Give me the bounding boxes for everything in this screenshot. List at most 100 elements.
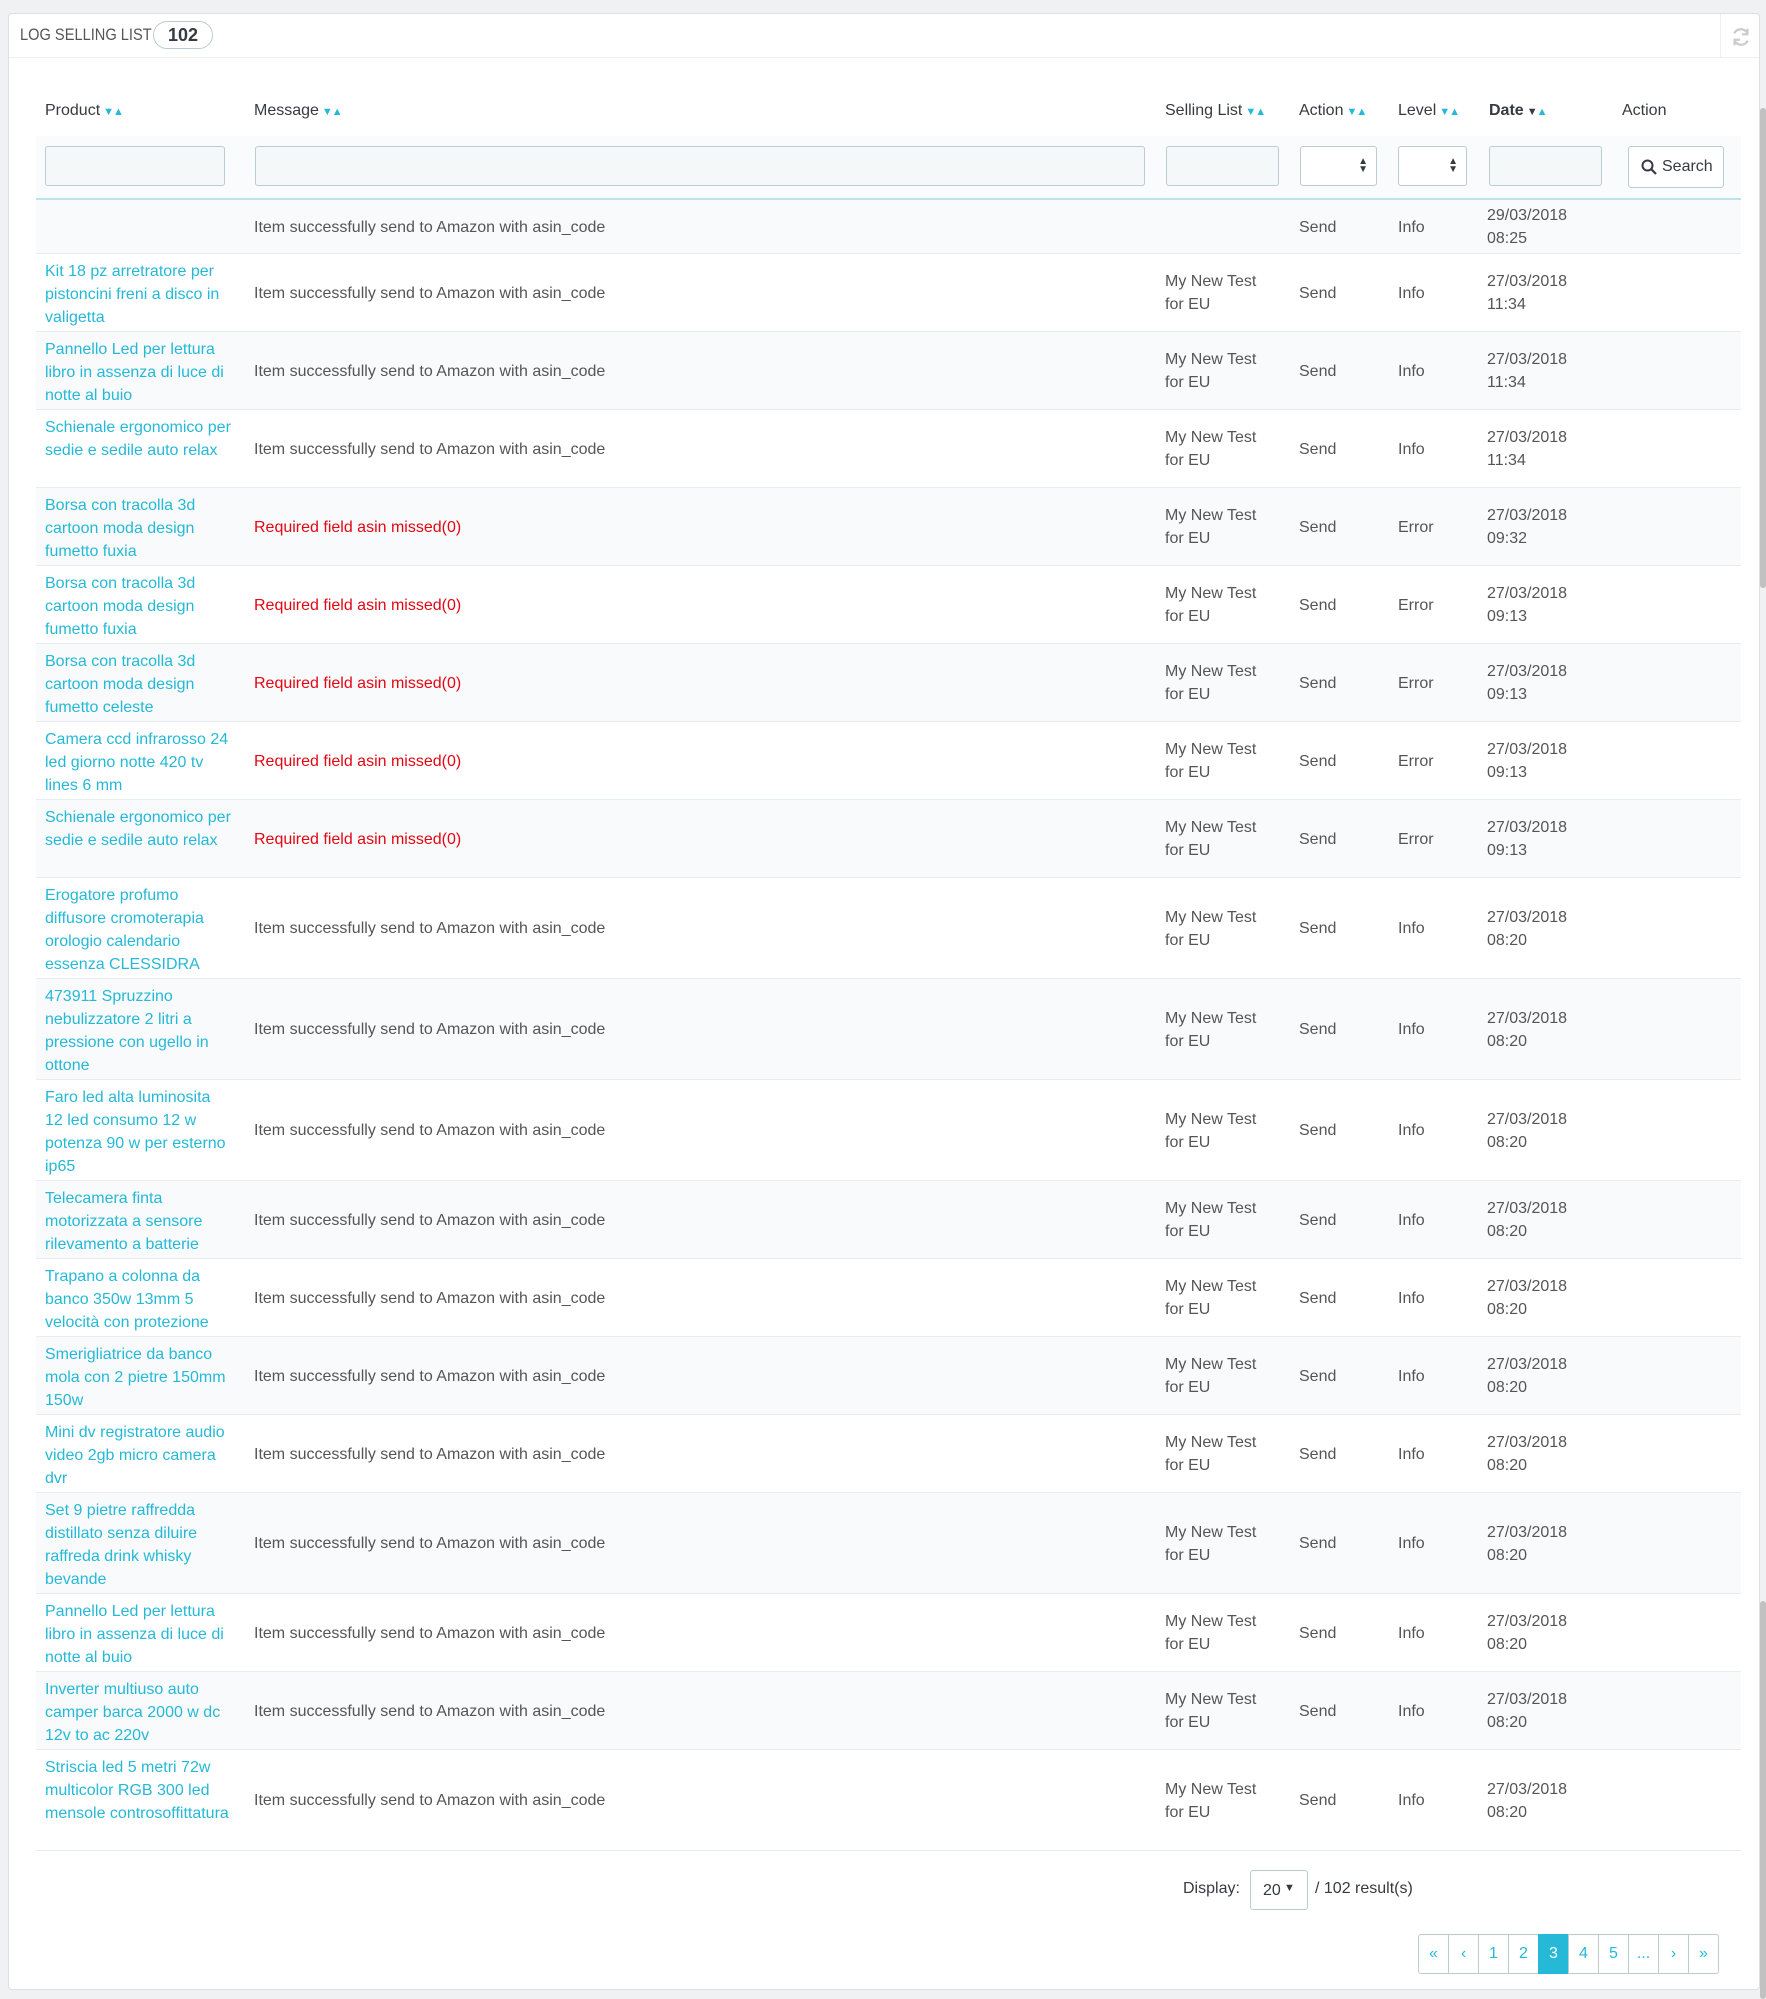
selling-list-text: My New Test for EU (1165, 819, 1257, 859)
product-link[interactable]: Erogatore profumo diffusore cromoterapia… (45, 884, 231, 976)
table-row: Camera ccd infrarosso 24 led giorno nott… (36, 722, 1741, 800)
table-row: Faro led alta luminosita 12 led consumo … (36, 1080, 1741, 1181)
product-link[interactable]: 473911 Spruzzino nebulizzatore 2 litri a… (45, 985, 231, 1077)
page-button[interactable]: ‹ (1448, 1934, 1479, 1974)
page-button[interactable]: » (1688, 1934, 1719, 1974)
refresh-button[interactable] (1720, 14, 1759, 57)
product-link[interactable]: Inverter multiuso auto camper barca 2000… (45, 1678, 231, 1747)
date-text: 27/03/2018 08:20 (1487, 1111, 1568, 1151)
product-link[interactable]: Camera ccd infrarosso 24 led giorno nott… (45, 728, 231, 797)
action-text: Send (1299, 597, 1337, 614)
filter-level-select[interactable]: ▲ ▼ (1398, 146, 1467, 186)
table-row: Borsa con tracolla 3d cartoon moda desig… (36, 644, 1741, 722)
date-text: 27/03/2018 09:13 (1487, 819, 1568, 859)
product-link[interactable]: Set 9 pietre raffredda distillato senza … (45, 1499, 231, 1591)
level-text: Error (1398, 831, 1434, 848)
filter-selling-list-input[interactable] (1166, 146, 1279, 186)
page-button[interactable]: ... (1628, 1934, 1659, 1974)
level-text: Info (1398, 363, 1425, 380)
product-link[interactable]: Smerigliatrice da banco mola con 2 pietr… (45, 1343, 231, 1412)
date-text: 27/03/2018 09:32 (1487, 507, 1568, 547)
selling-list-text: My New Test for EU (1165, 1434, 1257, 1474)
table-row: Mini dv registratore audio video 2gb mic… (36, 1415, 1741, 1493)
sort-icon[interactable]: ▼▲ (1346, 106, 1367, 118)
display-select[interactable]: 20 ▼ (1250, 1870, 1308, 1910)
message-text: Item successfully send to Amazon with as… (254, 1368, 606, 1385)
page-button[interactable]: 4 (1568, 1934, 1599, 1974)
message-text: Required field asin missed(0) (254, 675, 462, 692)
selling-list-text: My New Test for EU (1165, 1111, 1257, 1151)
page-button[interactable]: « (1418, 1934, 1449, 1974)
page-button[interactable]: 2 (1508, 1934, 1539, 1974)
message-text: Item successfully send to Amazon with as… (254, 219, 606, 236)
action-text: Send (1299, 219, 1337, 236)
page-button[interactable]: 1 (1478, 1934, 1509, 1974)
table-row: Erogatore profumo diffusore cromoterapia… (36, 878, 1741, 979)
sort-icon[interactable]: ▼▲ (1527, 106, 1548, 118)
selling-list-text: My New Test for EU (1165, 741, 1257, 781)
selling-list-text: My New Test for EU (1165, 273, 1257, 313)
filter-row: ▲ ▼ ▲ ▼ Search (36, 136, 1741, 200)
filter-product-input[interactable] (45, 146, 225, 186)
date-text: 27/03/2018 08:20 (1487, 1781, 1568, 1821)
product-link[interactable]: Striscia led 5 metri 72w multicolor RGB … (45, 1756, 231, 1825)
date-text: 29/03/2018 08:25 (1487, 207, 1568, 247)
page-button[interactable]: 5 (1598, 1934, 1629, 1974)
refresh-icon (1733, 28, 1749, 46)
product-link[interactable]: Schienale ergonomico per sedie e sedile … (45, 806, 231, 852)
header-product[interactable]: Product ▼▲ (45, 102, 124, 120)
sort-icon[interactable]: ▼▲ (1439, 106, 1460, 118)
filter-message-input[interactable] (255, 146, 1145, 186)
message-text: Item successfully send to Amazon with as… (254, 1625, 606, 1642)
header-level[interactable]: Level ▼▲ (1398, 102, 1460, 120)
product-link[interactable]: Pannello Led per lettura libro in assenz… (45, 1600, 231, 1669)
product-link[interactable]: Kit 18 pz arretratore per pistoncini fre… (45, 260, 231, 329)
date-text: 27/03/2018 11:34 (1487, 273, 1568, 313)
date-text: 27/03/2018 08:20 (1487, 1356, 1568, 1396)
level-text: Info (1398, 285, 1425, 302)
header-selling-list[interactable]: Selling List ▼▲ (1165, 102, 1266, 120)
level-text: Info (1398, 1212, 1425, 1229)
product-link[interactable]: Borsa con tracolla 3d cartoon moda desig… (45, 650, 231, 719)
action-text: Send (1299, 1703, 1337, 1720)
chevron-down-icon: ▼ (1284, 1882, 1295, 1894)
product-link[interactable]: Mini dv registratore audio video 2gb mic… (45, 1421, 231, 1490)
product-link[interactable]: Faro led alta luminosita 12 led consumo … (45, 1086, 231, 1178)
table-row: Pannello Led per lettura libro in assenz… (36, 1594, 1741, 1672)
action-text: Send (1299, 1290, 1337, 1307)
level-text: Info (1398, 1703, 1425, 1720)
page-button[interactable]: 3 (1538, 1934, 1569, 1974)
action-text: Send (1299, 1368, 1337, 1385)
header-date[interactable]: Date ▼▲ (1489, 102, 1548, 120)
scrollbar-thumb[interactable] (1760, 108, 1766, 588)
scrollbar-thumb[interactable] (1760, 1601, 1766, 1999)
sort-icon[interactable]: ▼▲ (103, 106, 124, 118)
level-text: Info (1398, 1290, 1425, 1307)
action-text: Send (1299, 675, 1337, 692)
product-link[interactable]: Pannello Led per lettura libro in assenz… (45, 338, 231, 407)
product-link[interactable]: Schienale ergonomico per sedie e sedile … (45, 416, 231, 462)
action-text: Send (1299, 1212, 1337, 1229)
product-link[interactable]: Trapano a colonna da banco 350w 13mm 5 v… (45, 1265, 231, 1334)
action-text: Send (1299, 1122, 1337, 1139)
sort-icon[interactable]: ▼▲ (322, 106, 343, 118)
header-date-label: Date (1489, 102, 1524, 119)
header-action[interactable]: Action ▼▲ (1299, 102, 1367, 120)
product-link[interactable]: Telecamera finta motorizzata a sensore r… (45, 1187, 231, 1256)
product-link[interactable]: Borsa con tracolla 3d cartoon moda desig… (45, 572, 231, 641)
header-message[interactable]: Message ▼▲ (254, 102, 343, 120)
header-action-label: Action (1299, 102, 1344, 119)
page-button[interactable]: › (1658, 1934, 1689, 1974)
filter-date-input[interactable] (1489, 146, 1602, 186)
table-row: Schienale ergonomico per sedie e sedile … (36, 410, 1741, 488)
select-arrows-icon: ▲ ▼ (1448, 156, 1458, 175)
level-text: Info (1398, 1368, 1425, 1385)
product-link[interactable]: Borsa con tracolla 3d cartoon moda desig… (45, 494, 231, 563)
sort-icon[interactable]: ▼▲ (1245, 106, 1266, 118)
search-icon (1641, 159, 1657, 175)
selling-list-text: My New Test for EU (1165, 1691, 1257, 1731)
date-text: 27/03/2018 08:20 (1487, 1010, 1568, 1050)
filter-action-select[interactable]: ▲ ▼ (1300, 146, 1377, 186)
pagination: «‹ 1 2 3 4 5... ›» (1418, 1934, 1719, 1976)
search-button[interactable]: Search (1628, 146, 1724, 188)
